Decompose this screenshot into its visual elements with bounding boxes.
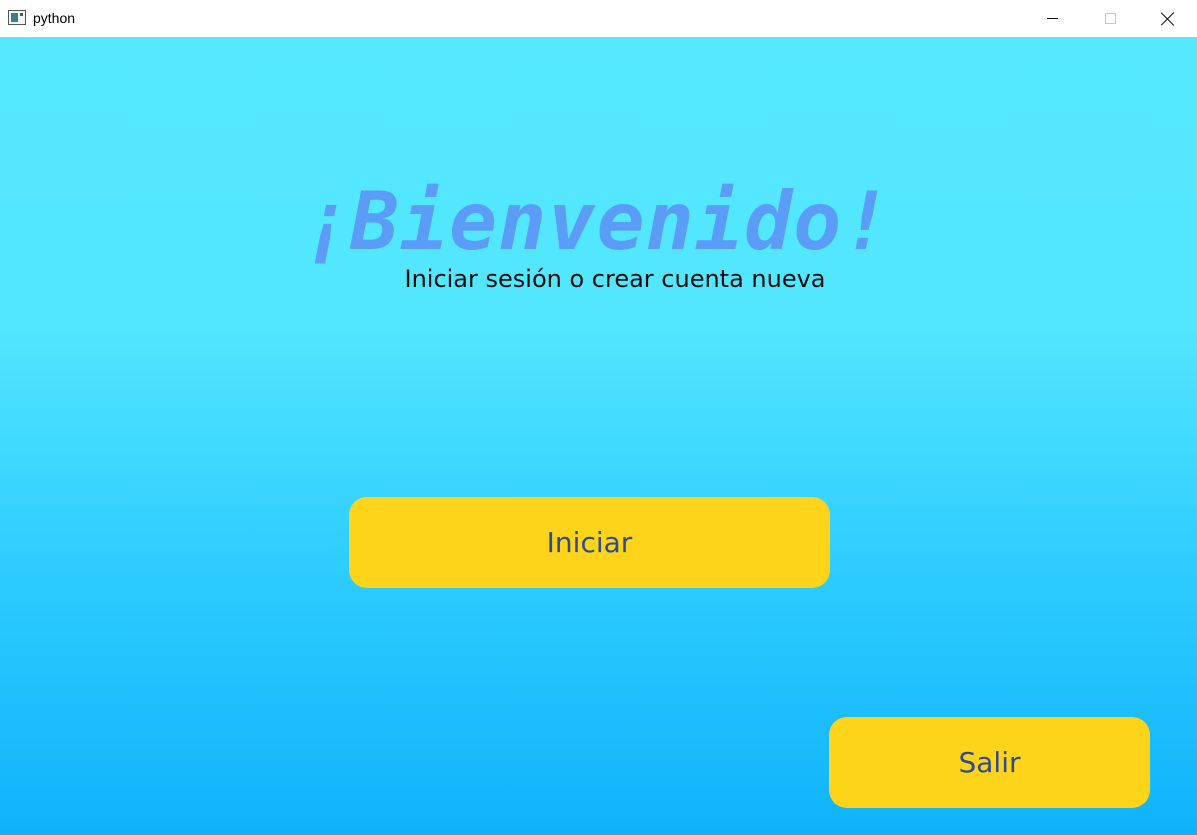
exit-button[interactable]: Salir <box>829 717 1150 808</box>
maximize-icon <box>1104 13 1116 24</box>
welcome-screen: ¡Bienvenido! Iniciar sesión o crear cuen… <box>0 37 1197 835</box>
minimize-button[interactable] <box>1023 0 1081 37</box>
welcome-heading: ¡Bienvenido! <box>301 175 892 268</box>
close-button[interactable] <box>1139 0 1197 37</box>
close-icon <box>1161 12 1175 26</box>
title-bar[interactable]: python <box>0 0 1197 37</box>
window-title: python <box>33 10 76 26</box>
maximize-button[interactable] <box>1081 0 1139 37</box>
app-window-icon[interactable] <box>8 10 26 25</box>
welcome-subtitle: Iniciar sesión o crear cuenta nueva <box>404 265 826 293</box>
start-button[interactable]: Iniciar <box>349 497 830 588</box>
minimize-icon <box>1046 18 1058 19</box>
app-window: python ¡Bienvenido! Iniciar sesión o cre… <box>0 0 1197 835</box>
